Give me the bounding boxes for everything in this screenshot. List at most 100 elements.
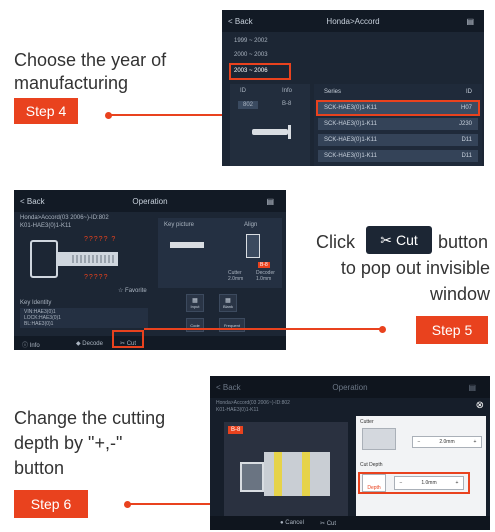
step4-caption-line1: Choose the year of	[14, 50, 167, 70]
identity-box: VIN:HAE3(0)1 LOCK:HAE3(0)1 BL:HAE3(0)1	[20, 308, 148, 328]
cutter-value: 2.0mm	[439, 439, 455, 445]
id-cell: 802	[238, 101, 259, 109]
key-image	[252, 129, 288, 135]
clamp-left	[240, 462, 264, 492]
series-row[interactable]: SCK-HAE3(0)1-K11 D11	[318, 134, 478, 146]
cutter-value: 2.0mm	[228, 276, 244, 282]
cut-guide-2	[302, 452, 310, 496]
topbar: < Back Operation ▤	[14, 190, 286, 212]
input-icon: ▦	[192, 298, 198, 304]
favorite-toggle[interactable]: ☆ Favorite	[118, 287, 147, 294]
table-header-info: Info	[282, 88, 293, 94]
step6-caption-line1: Change the cutting	[14, 408, 166, 428]
page-title: Operation	[332, 382, 368, 392]
step5-caption-line1: button	[438, 232, 489, 252]
cancel-button[interactable]: ● Cancel	[280, 520, 304, 526]
series-row[interactable]: SCK-HAE3(0)1-K11 J230	[318, 118, 478, 130]
page-title: Honda>Accord	[326, 16, 380, 26]
series-col-label: Series	[324, 89, 342, 95]
input-button[interactable]: ▦ Input	[186, 294, 204, 312]
settings-icon[interactable]: ▤	[466, 17, 474, 26]
cut-highlight-box	[112, 330, 144, 348]
decoder-value: 1.0mm	[256, 276, 272, 282]
settings-icon[interactable]: ▤	[266, 197, 274, 206]
series-row[interactable]: SCK-HAE3(0)1-K11 D11	[318, 150, 478, 162]
id-col-label: ID	[466, 89, 472, 95]
topbar: < Back Operation ▤	[210, 376, 490, 398]
depth-highlight-box	[358, 472, 470, 494]
cutter-image	[362, 428, 396, 450]
info-cell: B-8	[282, 101, 292, 107]
screenshot-operation: < Back Operation ▤ Honda>Accord(03 2006~…	[14, 190, 286, 350]
cutter-minus-button[interactable]: −	[413, 439, 425, 445]
cutter-stepper[interactable]: − 2.0mm +	[412, 436, 482, 448]
year-highlight-box	[229, 63, 291, 80]
info-button[interactable]: ⓘ Info	[22, 340, 40, 349]
key-info-line: Honda>Accord(03 2006~)-ID:802	[20, 215, 109, 221]
table-header-id: ID	[240, 88, 246, 94]
step5-caption-line2: to pop out invisible	[340, 258, 490, 278]
year-option[interactable]: 1999 ~ 2002	[234, 38, 268, 44]
code-label: Code	[190, 322, 200, 328]
step5-connector-line	[144, 328, 380, 330]
key-info-line: K01-HAE3(0)1-K11	[216, 407, 259, 413]
step6-badge: Step 6	[14, 490, 88, 518]
input-label: Input	[190, 304, 200, 309]
key-info-table: ID Info 802 B-8	[230, 84, 310, 166]
scissors-icon: ✂	[380, 231, 392, 248]
decode-button[interactable]: ◆ Decode	[76, 340, 103, 347]
cut-depth-label: Cut Depth	[360, 462, 383, 468]
series-name: SCK-HAE3(0)1-K11	[324, 153, 377, 159]
align-image	[246, 234, 260, 258]
cutter-label: Cutter	[360, 419, 374, 425]
series-list: Series ID SCK-HAE3(0)1-K11 H07 SCK-HAE3(…	[314, 84, 482, 166]
series-name: SCK-HAE3(0)1-K11	[324, 137, 377, 143]
decode-label: Decode	[82, 341, 103, 347]
key-picture-image	[170, 242, 204, 248]
step6-caption-line2: depth by "+,-"	[14, 433, 123, 453]
key-cuts	[72, 255, 116, 263]
step5-caption-line3: window	[429, 284, 490, 304]
cancel-label: Cancel	[285, 520, 304, 526]
key-picture-label: Key picture	[164, 222, 195, 228]
blank-label: Blank	[222, 304, 233, 309]
favorite-label: Favorite	[125, 288, 147, 294]
step6-caption-line3: button	[14, 458, 65, 478]
info-label: Info	[29, 343, 40, 349]
key-identity-heading: Key Identity	[20, 300, 52, 306]
frequent-label: Frequent	[223, 322, 240, 328]
cut-button-label: Cut	[395, 232, 418, 248]
step5-click-text: Click	[316, 232, 355, 252]
screenshot-cut-depth: < Back Operation ▤ Honda>Accord(03 2006~…	[210, 376, 490, 530]
step4-caption-line2: manufacturing	[14, 73, 129, 93]
depth-marks-bottom: ?????	[84, 274, 109, 281]
align-label: Align	[244, 222, 258, 228]
cut-popup: Cutter − 2.0mm + Cut Depth Depth − 1.0mm…	[356, 416, 486, 526]
step5-badge: Step 5	[416, 316, 488, 344]
cut-button[interactable]: ✂ Cut	[320, 520, 336, 527]
identity-line: BL:HAE3(0)1	[24, 321, 54, 327]
key-info-line: K01-HAE3(0)1-K11	[20, 223, 72, 229]
key-profile-view: ????? ? ?????	[20, 234, 154, 288]
cut-button-sample: ✂ Cut	[366, 226, 432, 254]
settings-icon[interactable]: ▤	[468, 383, 476, 392]
series-header: Series ID	[318, 86, 478, 98]
series-id: J230	[458, 121, 472, 127]
key-tag: B-8	[228, 426, 244, 434]
step5-connector-dot	[379, 326, 386, 333]
series-id: D11	[461, 137, 472, 143]
bottom-bar: ⓘ Info ◆ Decode ✂ Cut	[14, 336, 286, 350]
key-info-line: Honda>Accord(03 2006~)-ID:802	[216, 400, 290, 406]
blank-button[interactable]: ▦ Blank	[219, 294, 237, 312]
bottom-bar: ● Cancel ✂ Cut	[210, 516, 490, 530]
series-highlight-box	[316, 100, 480, 116]
close-icon[interactable]: ⊗	[476, 400, 484, 411]
depth-marks: ????? ?	[84, 236, 117, 243]
series-id: D11	[461, 153, 472, 159]
key-bow	[30, 240, 58, 278]
cut-guide-1	[274, 452, 282, 496]
year-option[interactable]: 2000 ~ 2003	[234, 52, 268, 58]
cutter-plus-button[interactable]: +	[469, 439, 481, 445]
screenshot-year-select: < Back Honda>Accord ▤ 1999 ~ 2002 2000 ~…	[222, 10, 484, 166]
page-title: Operation	[132, 196, 168, 206]
